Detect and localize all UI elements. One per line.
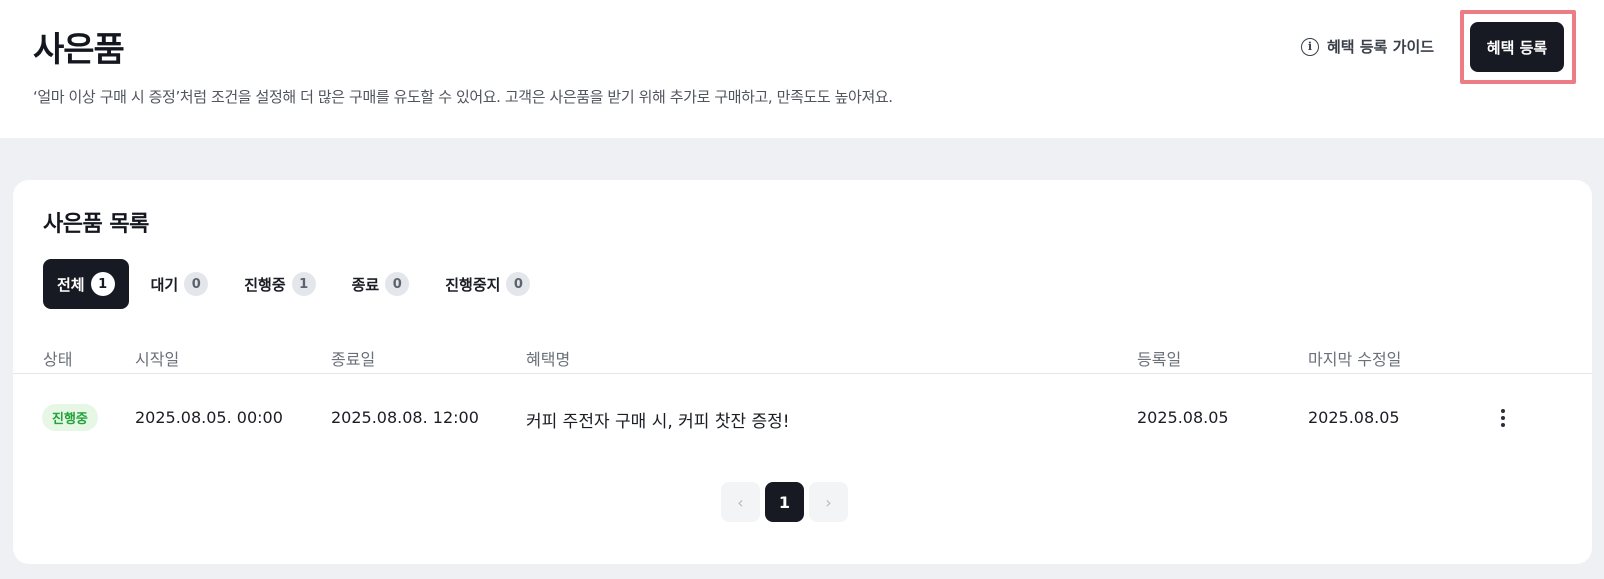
tab-label: 진행중 xyxy=(244,275,286,294)
info-icon: i xyxy=(1301,37,1319,56)
table-row[interactable]: 진행중 2025.08.05. 00:00 2025.08.08. 12:00 … xyxy=(13,390,1592,446)
benefit-name[interactable]: 커피 주전자 구매 시, 커피 찻잔 증정! xyxy=(526,407,790,432)
column-header-start: 시작일 xyxy=(135,350,180,369)
tab-count: 0 xyxy=(506,272,531,296)
page-button-1[interactable]: 1 xyxy=(765,482,804,522)
page-description: ‘얼마 이상 구매 시 증정’처럼 조건을 설정해 더 많은 구매를 유도할 수… xyxy=(33,88,893,106)
page-title: 사은품 xyxy=(33,30,125,70)
tab-ended[interactable]: 종료 0 xyxy=(338,259,424,309)
tab-label: 대기 xyxy=(150,275,179,294)
list-title: 사은품 목록 xyxy=(43,212,149,237)
page-header: 사은품 ‘얼마 이상 구매 시 증정’처럼 조건을 설정해 더 많은 구매를 유… xyxy=(0,0,1604,138)
prev-page-button[interactable]: ‹ xyxy=(721,482,760,522)
column-header-end: 종료일 xyxy=(331,350,376,369)
register-benefit-button[interactable]: 혜택 등록 xyxy=(1470,22,1564,72)
status-tabs: 전체 1 대기 0 진행중 1 종료 0 진행중지 0 xyxy=(43,259,552,309)
tab-waiting[interactable]: 대기 0 xyxy=(137,259,223,309)
tab-count: 1 xyxy=(291,272,316,296)
end-date: 2025.08.08. 12:00 xyxy=(331,408,479,427)
tab-all[interactable]: 전체 1 xyxy=(43,259,129,309)
tab-stopped[interactable]: 진행중지 0 xyxy=(431,259,544,309)
tab-label: 종료 xyxy=(351,275,380,294)
tab-count: 1 xyxy=(90,272,115,296)
column-header-status: 상태 xyxy=(43,350,73,369)
more-options-icon[interactable] xyxy=(1493,406,1513,430)
column-header-name: 혜택명 xyxy=(526,350,571,369)
column-header-modified: 마지막 수정일 xyxy=(1308,350,1402,369)
gift-list-card: 사은품 목록 전체 1 대기 0 진행중 1 종료 0 진행중지 0 상태 시작… xyxy=(13,180,1592,564)
table-header: 상태 시작일 종료일 혜택명 등록일 마지막 수정일 xyxy=(13,340,1592,374)
next-page-button[interactable]: › xyxy=(809,482,848,522)
column-header-registered: 등록일 xyxy=(1137,350,1182,369)
tab-label: 전체 xyxy=(57,275,85,294)
modified-date: 2025.08.05 xyxy=(1308,408,1400,427)
tab-count: 0 xyxy=(385,272,410,296)
start-date: 2025.08.05. 00:00 xyxy=(135,408,283,427)
status-badge: 진행중 xyxy=(42,404,98,431)
tab-label: 진행중지 xyxy=(445,275,501,294)
registered-date: 2025.08.05 xyxy=(1137,408,1229,427)
pagination: ‹ 1 › xyxy=(721,482,848,522)
benefit-guide-label: 혜택 등록 가이드 xyxy=(1327,38,1435,56)
tab-count: 0 xyxy=(184,272,209,296)
tab-in-progress[interactable]: 진행중 1 xyxy=(230,259,329,309)
benefit-guide-link[interactable]: i 혜택 등록 가이드 xyxy=(1301,36,1434,57)
